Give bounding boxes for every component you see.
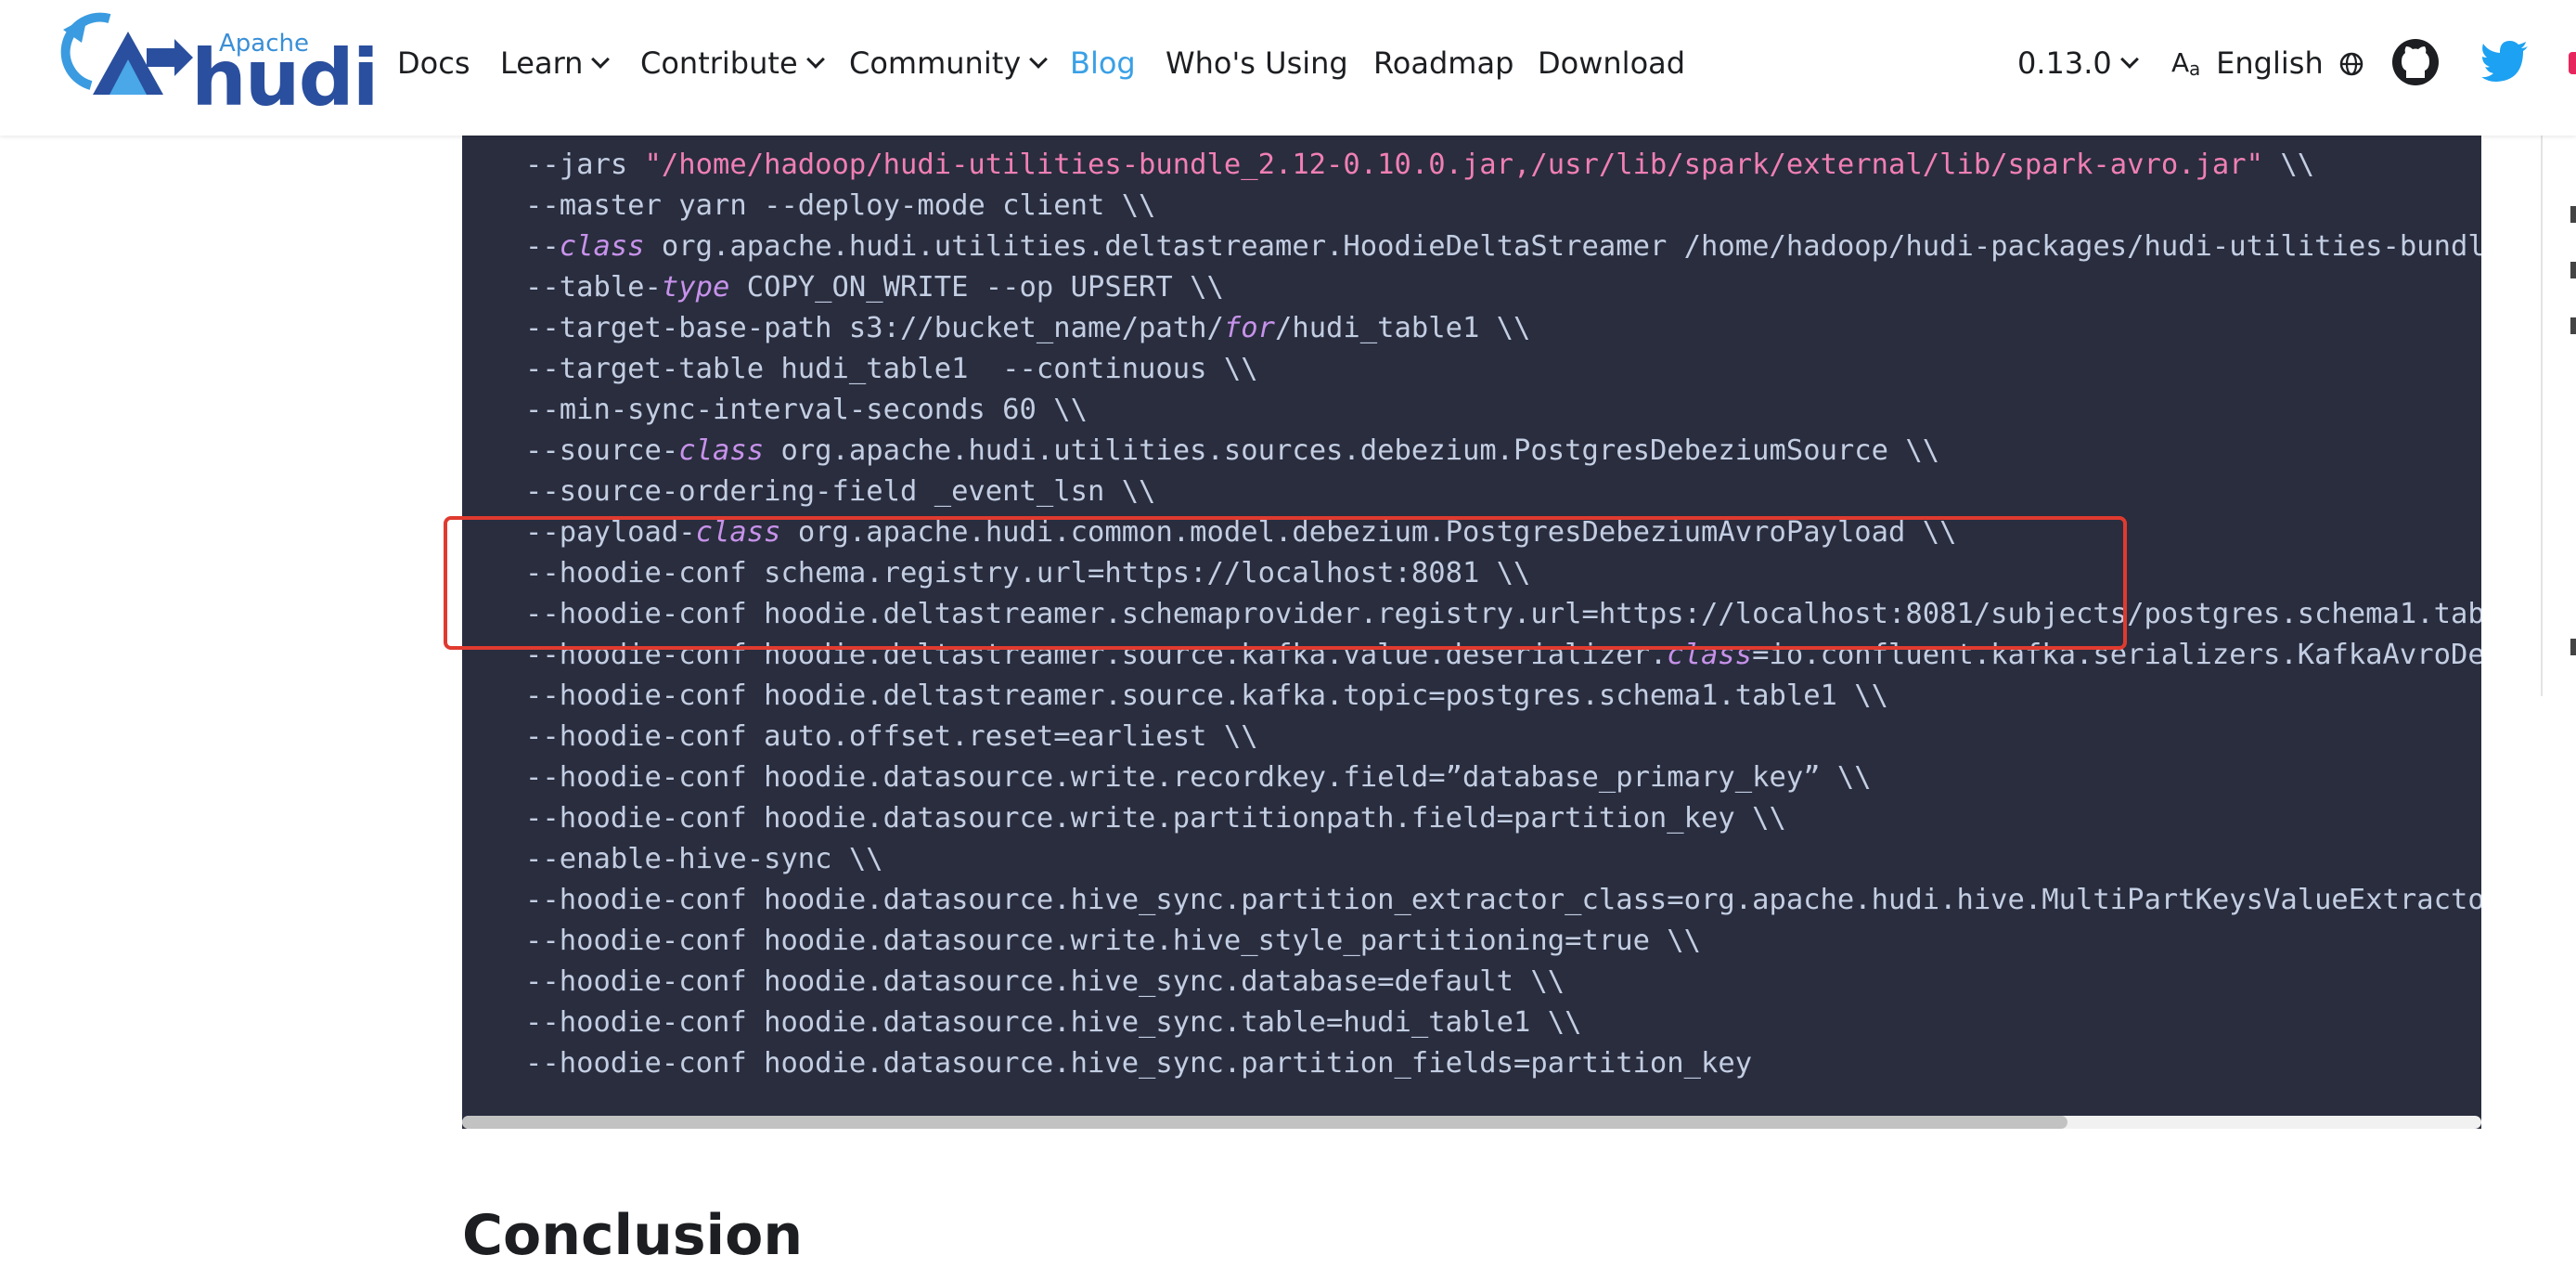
code-line: --source-ordering-field _event_lsn \\ — [525, 472, 2481, 512]
code-line: --target-base-path s3://bucket_name/path… — [525, 308, 2481, 349]
code-line: --hoodie-conf hoodie.datasource.write.re… — [525, 757, 2481, 798]
logo-hudi-text: hudi — [191, 32, 380, 123]
code-text: --hoodie-conf hoodie.datasource.write.pa… — [525, 802, 1786, 835]
code-text: --enable-hive-sync \\ — [525, 843, 883, 875]
code-line: --hoodie-conf hoodie.datasource.hive_syn… — [525, 1043, 2481, 1084]
toc-border — [2541, 136, 2543, 696]
chevron-down-icon — [2119, 50, 2139, 69]
code-text: --hoodie-conf hoodie.datasource.hive_syn… — [525, 884, 2481, 916]
code-text: --target-table hudi_table1 --continuous … — [525, 353, 1258, 385]
code-line: --hoodie-conf hoodie.deltastreamer.sourc… — [525, 676, 2481, 717]
code-line: --table-type COPY_ON_WRITE --op UPSERT \… — [525, 267, 2481, 308]
nav-learn-dropdown[interactable]: Learn — [500, 43, 611, 84]
toc-item[interactable] — [2570, 206, 2576, 223]
code-text: --min-sync-interval-seconds 60 \\ — [525, 394, 1088, 426]
code-text: --hoodie-conf hoodie.datasource.hive_syn… — [525, 1047, 1753, 1080]
code-text: --jars — [525, 149, 645, 181]
nav-whos-using-link[interactable]: Who's Using — [1166, 43, 1348, 84]
language-label: English — [2216, 45, 2324, 81]
navbar: Apache hudi Docs Learn Contribute Commun… — [0, 0, 2576, 136]
github-icon[interactable] — [2390, 37, 2441, 87]
svg-text:a: a — [2189, 58, 2200, 78]
nav-blog-link[interactable]: Blog — [1070, 43, 1136, 84]
code-text: COPY_ON_WRITE --op UPSERT \\ — [729, 271, 1224, 304]
section-heading-conclusion: Conclusion — [462, 1203, 804, 1268]
svg-text:A: A — [2171, 47, 2189, 78]
nav-contribute-dropdown[interactable]: Contribute — [640, 43, 825, 84]
chevron-down-icon — [1029, 50, 1049, 69]
code-scrollbar-thumb[interactable] — [462, 1116, 2067, 1129]
code-line: --hoodie-conf hoodie.datasource.write.pa… — [525, 798, 2481, 839]
toc-item[interactable] — [2570, 317, 2576, 334]
code-text: \\ — [2263, 149, 2315, 181]
nav-learn-label: Learn — [500, 45, 584, 81]
code-line: --min-sync-interval-seconds 60 \\ — [525, 390, 2481, 431]
code-line: --hoodie-conf hoodie.datasource.hive_syn… — [525, 1003, 2481, 1043]
code-line: --source-class org.apache.hudi.utilities… — [525, 431, 2481, 472]
code-text: --master yarn --deploy-mode client \\ — [525, 189, 1156, 222]
translate-icon: A a — [2171, 47, 2200, 80]
nav-community-dropdown[interactable]: Community — [849, 43, 1049, 84]
code-text: --source- — [525, 434, 679, 467]
code-line: --enable-hive-sync \\ — [525, 839, 2481, 880]
code-line: --hoodie-conf hoodie.datasource.write.hi… — [525, 921, 2481, 962]
code-text: --table- — [525, 271, 662, 304]
code-line: --hoodie-conf hoodie.datasource.hive_syn… — [525, 962, 2481, 1003]
twitter-icon[interactable] — [2481, 41, 2530, 82]
version-label: 0.13.0 — [2017, 45, 2112, 81]
code-text: --hoodie-conf hoodie.datasource.write.re… — [525, 761, 1872, 794]
nav-community-label: Community — [849, 45, 1022, 81]
code-text: --hoodie-conf auto.offset.reset=earliest… — [525, 720, 1258, 753]
code-line: --target-table hudi_table1 --continuous … — [525, 349, 2481, 390]
toc-item[interactable] — [2570, 262, 2576, 278]
code-text: --target-base-path s3://bucket_name/path… — [525, 312, 1224, 344]
version-dropdown[interactable]: 0.13.0 — [2017, 43, 2139, 84]
code-line: --jars "/home/hadoop/hudi-utilities-bund… — [525, 145, 2481, 186]
toc-item[interactable] — [2570, 639, 2576, 655]
hudi-logo[interactable]: Apache hudi — [54, 11, 380, 117]
nav-download-link[interactable]: Download — [1538, 43, 1685, 84]
code-text: --source-ordering-field _event_lsn \\ — [525, 475, 1156, 508]
code-line: --master yarn --deploy-mode client \\ — [525, 186, 2481, 226]
code-text: /hudi_table1 \\ — [1274, 312, 1531, 344]
chevron-down-icon — [591, 50, 611, 69]
code-keyword: class — [678, 434, 765, 467]
code-text: --hoodie-conf hoodie.datasource.write.hi… — [525, 925, 1702, 957]
slack-icon-fragment[interactable] — [2569, 52, 2576, 74]
code-text: -- — [525, 230, 560, 263]
code-text: --hoodie-conf hoodie.datasource.hive_syn… — [525, 965, 1565, 998]
code-string: "/home/hadoop/hudi-utilities-bundle_2.12… — [644, 149, 2263, 181]
code-text: org.apache.hudi.utilities.sources.debezi… — [764, 434, 1940, 467]
code-text: --hoodie-conf hoodie.datasource.hive_syn… — [525, 1006, 1582, 1039]
nav-docs-link[interactable]: Docs — [397, 43, 470, 84]
code-line: --hoodie-conf auto.offset.reset=earliest… — [525, 717, 2481, 757]
highlight-box — [444, 516, 2127, 650]
code-text: --hoodie-conf hoodie.deltastreamer.sourc… — [525, 679, 1889, 712]
code-keyword: class — [559, 230, 645, 263]
code-keyword: for — [1223, 312, 1275, 344]
globe-icon — [2339, 52, 2363, 76]
nav-roadmap-link[interactable]: Roadmap — [1373, 43, 1513, 84]
chevron-down-icon — [805, 50, 825, 69]
hudi-logo-mark-icon — [60, 12, 193, 95]
code-line: --class org.apache.hudi.utilities.deltas… — [525, 226, 2481, 267]
code-line: --hoodie-conf hoodie.datasource.hive_syn… — [525, 880, 2481, 921]
nav-contribute-label: Contribute — [640, 45, 798, 81]
language-dropdown[interactable]: A a English — [2171, 43, 2364, 84]
code-text: org.apache.hudi.utilities.deltastreamer.… — [644, 230, 2481, 263]
code-keyword: type — [661, 271, 730, 304]
